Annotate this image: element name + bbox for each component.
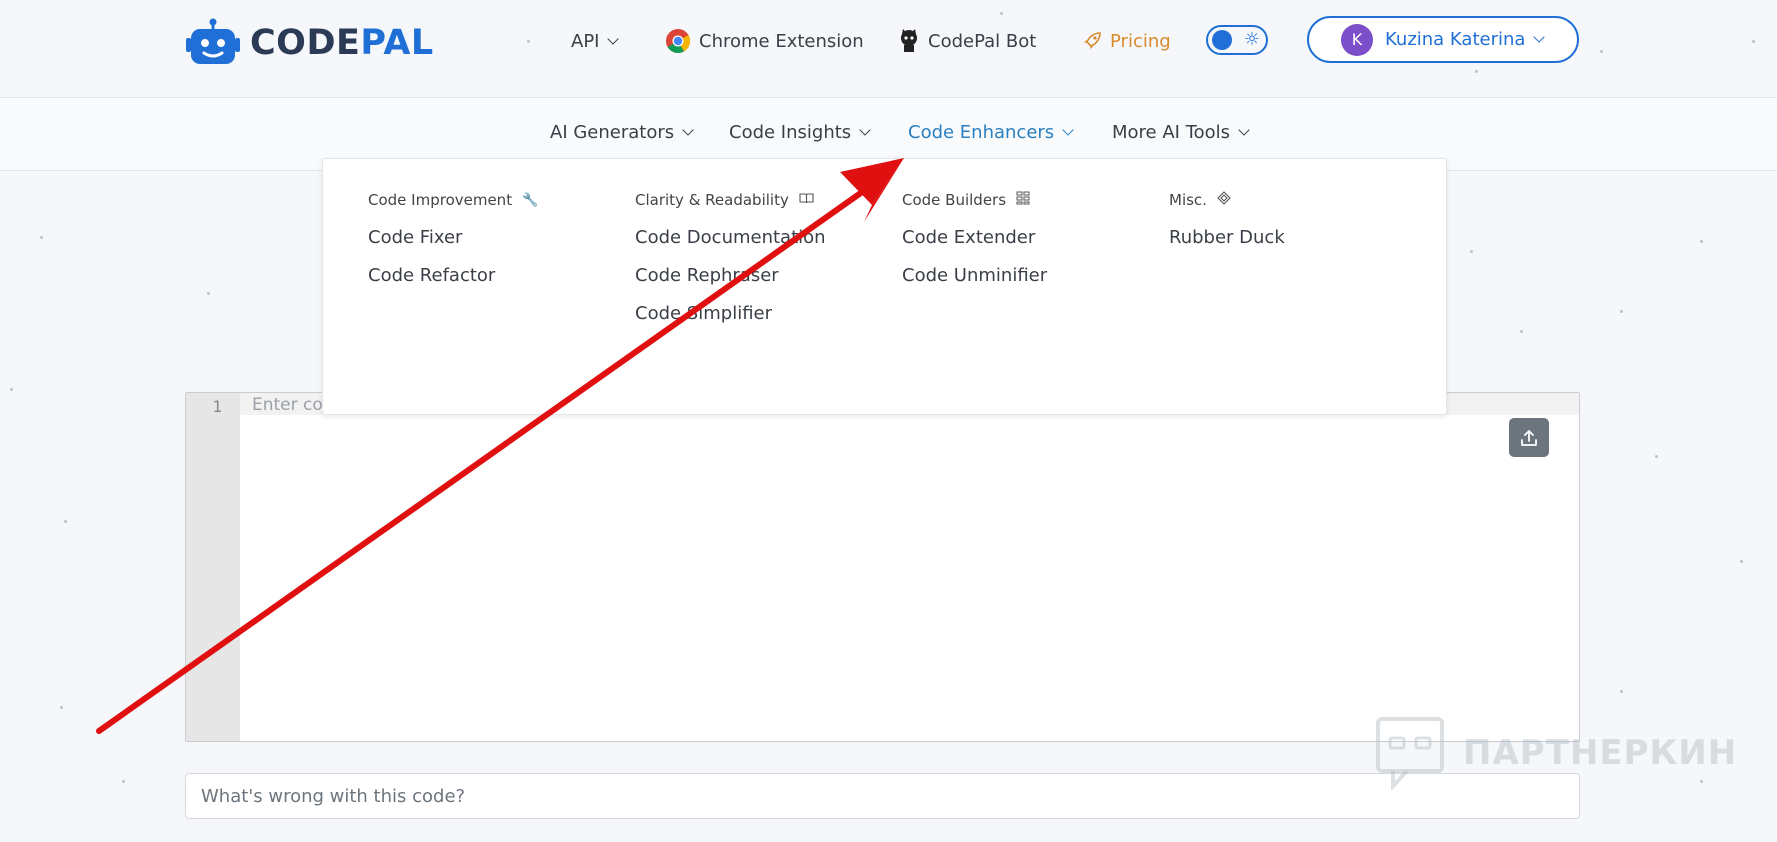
link-code-simplifier[interactable]: Code Simplifier [635,303,826,325]
column-heading: Code Builders [902,189,1047,211]
top-navbar: CODEPAL API Chrome Extension CodePal Bot… [0,0,1777,98]
editor-placeholder: Enter co [252,395,323,415]
chrome-icon [665,28,691,54]
code-editor[interactable]: 1 Enter co [185,392,1580,742]
nav-label: Code Insights [729,122,852,143]
chrome-extension-label: Chrome Extension [699,30,864,52]
api-label: API [571,30,600,52]
dropdown-column-misc: Misc. Rubber Duck [1169,189,1285,249]
link-code-fixer[interactable]: Code Fixer [368,227,538,249]
user-menu-button[interactable]: K Kuzina Katerina [1307,16,1579,63]
theme-toggle[interactable]: ☼ [1206,25,1268,55]
column-heading-text: Code Improvement [368,191,513,209]
chrome-extension-link[interactable]: Chrome Extension [665,28,864,54]
column-heading: Clarity & Readability [635,189,826,211]
watermark-text: ПАРТНЕРКИН [1463,733,1738,773]
chevron-down-icon [682,124,694,136]
line-number: 1 [212,397,222,416]
nav-code-insights[interactable]: Code Insights [729,122,871,143]
chevron-down-icon [859,124,871,136]
link-code-rephraser[interactable]: Code Rephraser [635,265,826,287]
link-rubber-duck[interactable]: Rubber Duck [1169,227,1285,249]
nav-label: Code Enhancers [908,122,1055,143]
chevron-down-icon [607,32,620,45]
diamond-icon [1217,191,1231,209]
github-cat-icon [898,29,920,53]
sun-icon: ☼ [1243,29,1260,50]
link-code-refactor[interactable]: Code Refactor [368,265,538,287]
dropdown-column-code-builders: Code Builders Code Extender Code Unminif… [902,189,1047,287]
column-heading-text: Code Builders [902,191,1007,209]
nav-label: More AI Tools [1112,122,1231,143]
column-heading: Misc. [1169,189,1285,211]
user-name: Kuzina Katerina [1385,29,1526,50]
whats-wrong-input[interactable] [185,773,1580,819]
line-gutter: 1 [186,393,240,741]
chevron-down-icon [1238,124,1250,136]
partnerkin-watermark: ПАРТНЕРКИН [1375,716,1737,790]
code-enhancers-dropdown: Code Improvement 🔧 Code Fixer Code Refac… [322,158,1447,415]
robot-logo-icon [186,18,240,64]
column-heading: Code Improvement 🔧 [368,189,538,211]
nav-label: AI Generators [550,122,675,143]
nav-code-enhancers[interactable]: Code Enhancers [908,122,1074,143]
codepal-logo[interactable]: CODEPAL [184,18,434,68]
api-menu[interactable]: API [571,28,620,54]
wrench-icon: 🔧 [522,192,539,208]
codepal-bot-link[interactable]: CodePal Bot [898,28,1036,54]
book-icon [799,192,814,208]
link-code-unminifier[interactable]: Code Unminifier [902,265,1047,287]
column-heading-text: Clarity & Readability [635,191,789,209]
pricing-label: Pricing [1110,30,1171,52]
dropdown-column-code-improvement: Code Improvement 🔧 Code Fixer Code Refac… [368,189,538,287]
logo-text: CODEPAL [250,23,434,63]
chevron-down-icon [1533,31,1546,43]
blocks-icon [1016,191,1030,209]
link-code-extender[interactable]: Code Extender [902,227,1047,249]
pricing-link[interactable]: Pricing [1082,28,1171,54]
chevron-down-icon [1062,124,1074,136]
dropdown-column-clarity: Clarity & Readability Code Documentation… [635,189,826,325]
rocket-icon [1082,31,1102,51]
nav-more-ai-tools[interactable]: More AI Tools [1112,122,1250,143]
upload-icon [1521,429,1537,446]
upload-file-button[interactable] [1509,418,1549,457]
nav-ai-generators[interactable]: AI Generators [550,122,694,143]
speech-bubble-icon [1376,717,1444,790]
column-heading-text: Misc. [1169,191,1207,209]
codepal-bot-label: CodePal Bot [928,30,1037,52]
toggle-knob [1212,30,1232,50]
link-code-documentation[interactable]: Code Documentation [635,227,826,249]
avatar: K [1341,23,1373,56]
